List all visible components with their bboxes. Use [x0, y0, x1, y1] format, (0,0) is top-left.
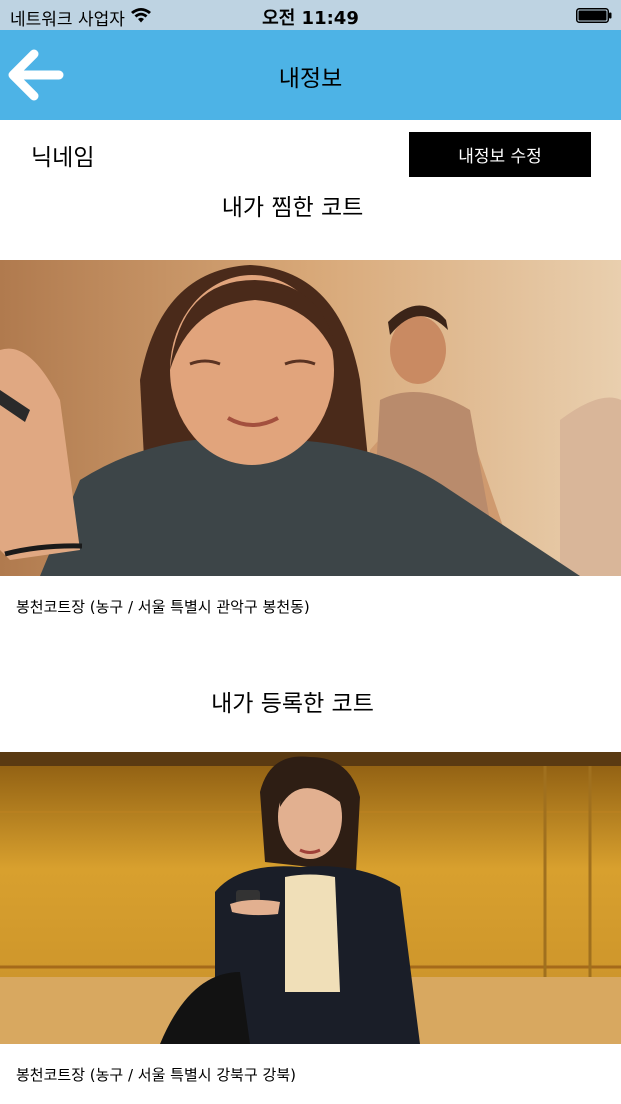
- court-photo-image: [0, 260, 621, 576]
- battery-icon: [576, 8, 612, 23]
- liked-courts-title: 내가 찜한 코트: [221, 195, 364, 221]
- nav-bar: 내정보: [0, 30, 621, 120]
- registered-court-photo[interactable]: [0, 752, 621, 1044]
- liked-court-photo[interactable]: [0, 260, 621, 576]
- liked-court-caption: 봉천코트장 (농구 / 서울 특별시 관악구 봉천동): [16, 598, 310, 616]
- status-time: 오전 11:49: [262, 8, 359, 29]
- nickname-label: 닉네임: [31, 145, 95, 171]
- status-bar: 네트워크 사업자 오전 11:49: [0, 0, 621, 30]
- page-title: 내정보: [278, 66, 343, 92]
- court-photo-image: [0, 752, 621, 1044]
- registered-courts-title: 내가 등록한 코트: [211, 691, 374, 717]
- edit-profile-button[interactable]: 내정보 수정: [409, 132, 591, 177]
- registered-court-caption: 봉천코트장 (농구 / 서울 특별시 강북구 강북): [16, 1066, 296, 1084]
